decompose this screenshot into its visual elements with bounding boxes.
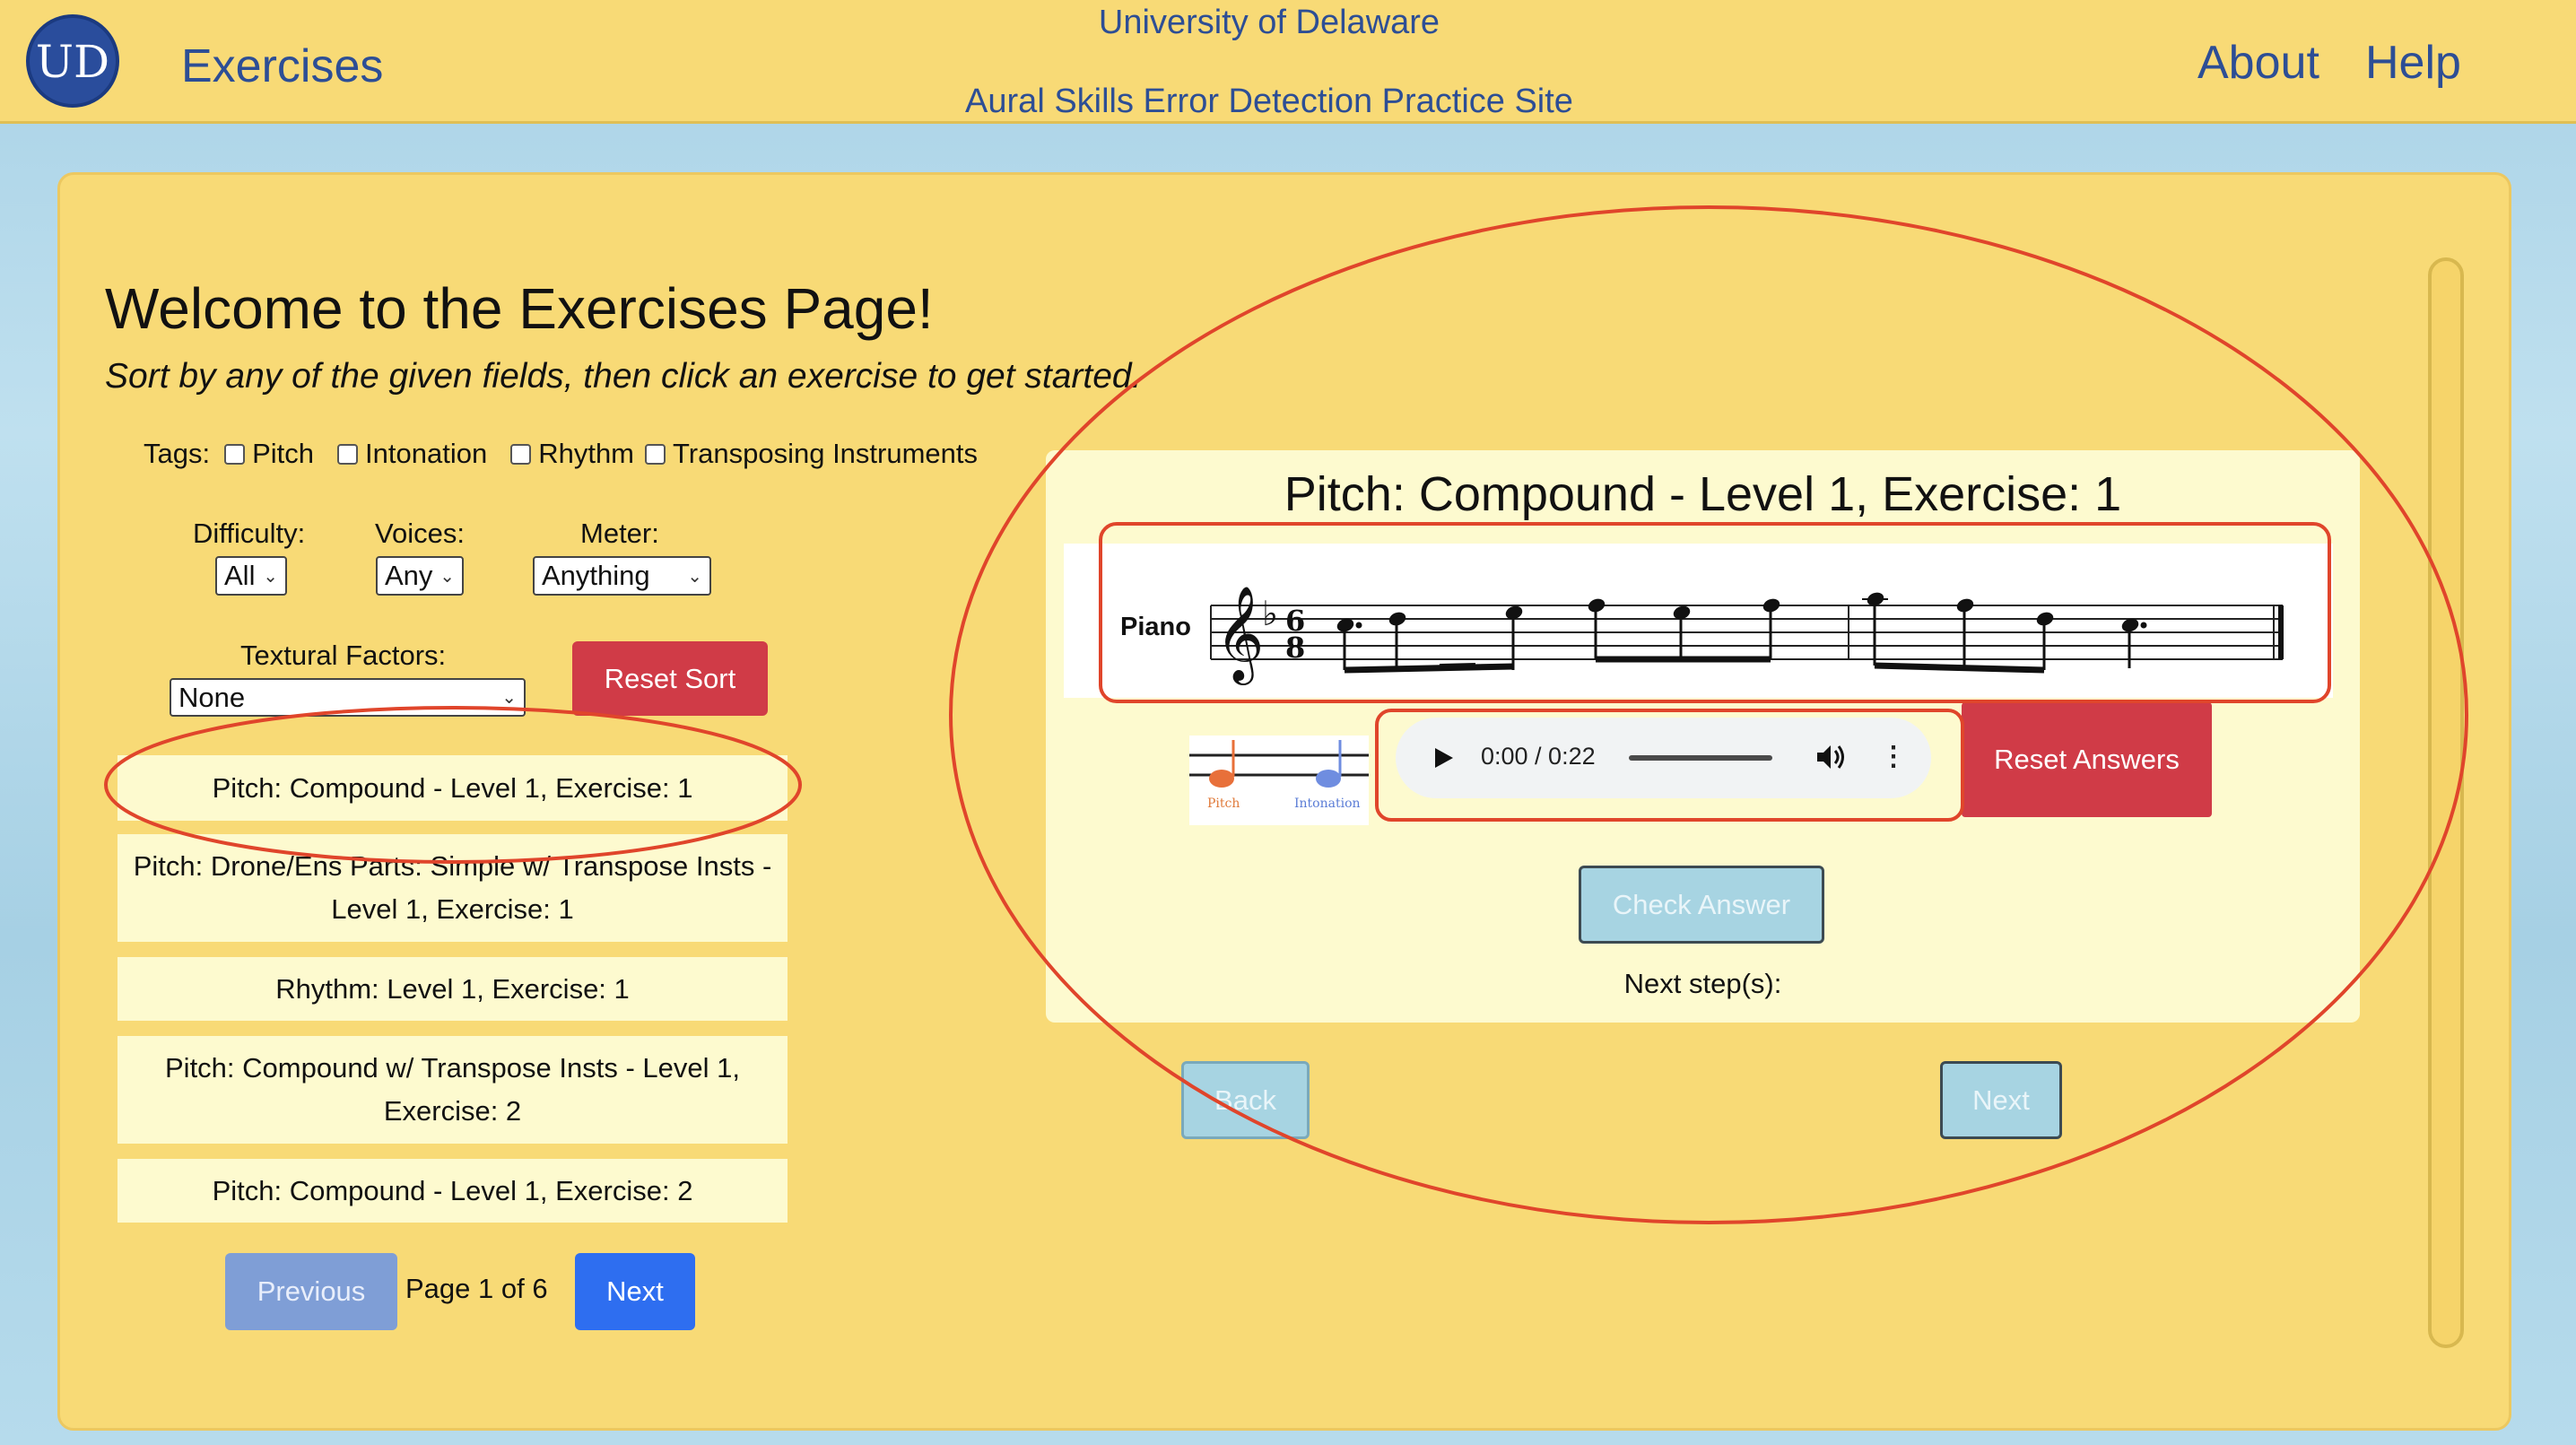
music-score[interactable]: 𝄞 ♭ 6 8: [1206, 570, 2296, 686]
treble-clef-icon: 𝄞: [1215, 585, 1264, 685]
exercise-title: Pitch: Compound - Level 1, Exercise: 1: [1284, 467, 2122, 521]
tag-transposing[interactable]: Transposing Instruments: [645, 438, 978, 470]
legend-intonation-label: Intonation: [1294, 796, 1361, 811]
volume-icon[interactable]: [1815, 742, 1849, 772]
difficulty-label: Difficulty:: [193, 518, 306, 549]
tag-pitch-label: Pitch: [252, 438, 315, 469]
textural-factors-value: None: [178, 681, 246, 713]
checkbox-icon[interactable]: [510, 443, 532, 465]
chevron-down-icon: ⌄: [501, 688, 517, 708]
nav-about-link[interactable]: About: [2197, 36, 2319, 90]
nav-help-link[interactable]: Help: [2365, 36, 2461, 90]
checkbox-icon[interactable]: [645, 443, 666, 465]
exercise-list-item[interactable]: Pitch: Compound w/ Transpose Insts - Lev…: [117, 1036, 788, 1144]
logo-letters: UD: [36, 36, 109, 88]
more-vert-icon[interactable]: ⋮: [1880, 741, 1907, 772]
difficulty-select[interactable]: All ⌄: [215, 556, 287, 596]
svg-text:♭: ♭: [1262, 594, 1278, 633]
check-answer-button[interactable]: Check Answer: [1579, 866, 1824, 944]
exercise-list-item[interactable]: Rhythm: Level 1, Exercise: 1: [117, 957, 788, 1021]
chevron-down-icon: ⌄: [263, 566, 278, 587]
tags-filter: Tags: Pitch Intonation Rhythm Transposin…: [144, 438, 978, 470]
tag-rhythm[interactable]: Rhythm: [510, 438, 634, 470]
checkbox-icon[interactable]: [224, 443, 246, 465]
voices-select[interactable]: Any ⌄: [376, 556, 464, 596]
voices-label: Voices:: [375, 518, 465, 549]
back-button[interactable]: Back: [1181, 1061, 1310, 1139]
panel-scrollbar[interactable]: [2428, 257, 2464, 1348]
checkbox-icon[interactable]: [337, 443, 359, 465]
brand-exercises[interactable]: Exercises: [181, 39, 383, 93]
tag-transposing-label: Transposing Instruments: [673, 438, 979, 469]
legend-pitch-label: Pitch: [1207, 796, 1240, 811]
tag-pitch[interactable]: Pitch: [224, 438, 314, 470]
top-bar: UD Exercises University of Delaware Aura…: [0, 0, 2576, 124]
next-steps-label: Next step(s):: [1623, 968, 1782, 999]
voices-value: Any: [385, 560, 433, 591]
exercise-list-item[interactable]: Pitch: Compound - Level 1, Exercise: 2: [117, 1159, 788, 1223]
meter-select[interactable]: Anything ⌄: [533, 556, 711, 596]
difficulty-value: All: [224, 560, 256, 591]
tag-rhythm-label: Rhythm: [538, 438, 635, 469]
exercise-list-item[interactable]: Pitch: Compound - Level 1, Exercise: 1: [117, 755, 788, 821]
site-title: University of Delaware Aural Skills Erro…: [897, 0, 1641, 124]
next-page-button[interactable]: Next: [575, 1253, 695, 1330]
page-subtitle: Sort by any of the given fields, then cl…: [105, 357, 1142, 396]
next-exercise-button[interactable]: Next: [1940, 1061, 2062, 1139]
audio-player[interactable]: 0:00 / 0:22 ⋮: [1396, 718, 1931, 798]
site-subtitle: Aural Skills Error Detection Practice Si…: [965, 83, 1573, 120]
reset-answers-button[interactable]: Reset Answers: [1962, 702, 2212, 817]
chevron-down-icon: ⌄: [687, 566, 702, 587]
note-intonation-icon: [1316, 770, 1341, 788]
note-type-legend: [1189, 736, 1369, 825]
instrument-label: Piano: [1120, 613, 1191, 641]
university-name: University of Delaware: [1098, 4, 1440, 41]
tag-intonation[interactable]: Intonation: [337, 438, 487, 470]
textural-factors-select[interactable]: None ⌄: [170, 678, 526, 717]
svg-text:8: 8: [1285, 631, 1305, 665]
page-indicator: Page 1 of 6: [405, 1273, 548, 1304]
tag-intonation-label: Intonation: [365, 438, 488, 469]
meter-label: Meter:: [580, 518, 659, 549]
reset-sort-button[interactable]: Reset Sort: [572, 641, 768, 716]
play-icon[interactable]: [1430, 744, 1457, 771]
audio-time: 0:00 / 0:22: [1481, 743, 1596, 770]
ud-logo-icon[interactable]: UD: [26, 14, 119, 108]
previous-page-button[interactable]: Previous: [225, 1253, 397, 1330]
textural-factors-label: Textural Factors:: [240, 640, 447, 671]
note-pitch-icon: [1209, 770, 1234, 788]
audio-progress-bar[interactable]: [1629, 755, 1772, 761]
exercise-list-item[interactable]: Pitch: Drone/Ens Parts: Simple w/ Transp…: [117, 834, 788, 942]
meter-value: Anything: [542, 560, 650, 591]
chevron-down-icon: ⌄: [439, 566, 455, 587]
tags-label: Tags:: [144, 438, 211, 469]
page-title: Welcome to the Exercises Page!: [105, 276, 934, 341]
